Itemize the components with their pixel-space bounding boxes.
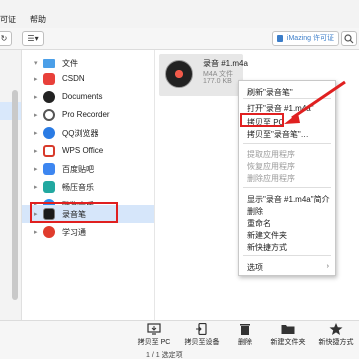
trash-icon xyxy=(240,324,250,335)
copy-to-pc-button[interactable]: 拷贝至 PC xyxy=(134,323,174,349)
star-icon xyxy=(329,323,343,335)
copy-to-device-icon xyxy=(196,323,207,335)
copy-to-device-label: 拷贝至设备 xyxy=(184,339,220,346)
annotation-arrow-icon xyxy=(284,80,346,124)
delete-label: 删除 xyxy=(238,339,252,346)
new-folder-label: 新建文件夹 xyxy=(270,339,306,346)
new-folder-icon xyxy=(281,325,295,334)
delete-button[interactable]: 删除 xyxy=(225,323,265,349)
new-shortcut-label: 新快捷方式 xyxy=(318,339,354,346)
bottom-toolbar: 拷贝至 PC 拷贝至设备 删除 新建文件夹 新快捷方式 1 / 1 选定项 xyxy=(0,320,359,359)
copy-to-device-button[interactable]: 拷贝至设备 xyxy=(182,323,222,349)
new-shortcut-button[interactable]: 新快捷方式 xyxy=(316,323,356,349)
selection-status: 1 / 1 选定项 xyxy=(146,352,183,359)
new-folder-button[interactable]: 新建文件夹 xyxy=(268,323,308,349)
copy-to-pc-label: 拷贝至 PC xyxy=(137,339,171,346)
copy-to-pc-icon xyxy=(147,323,161,335)
